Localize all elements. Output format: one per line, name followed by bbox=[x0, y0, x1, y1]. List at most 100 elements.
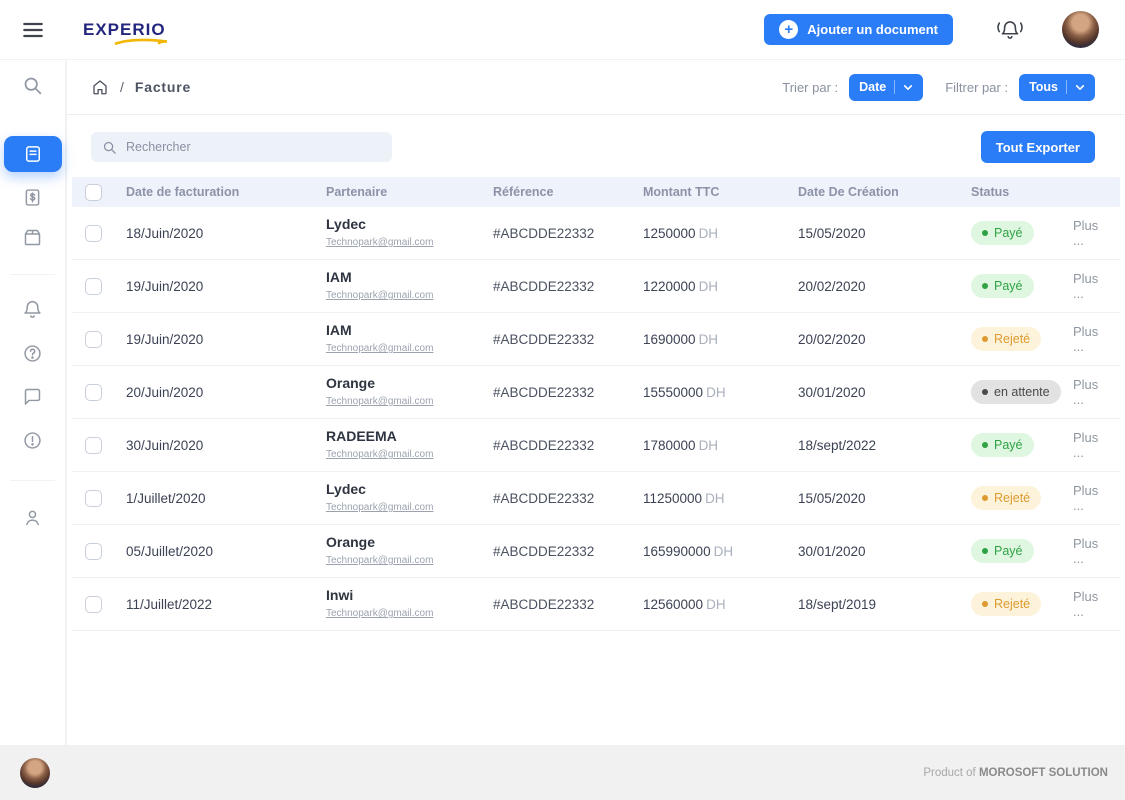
add-document-button[interactable]: + Ajouter un document bbox=[764, 14, 953, 45]
table-toolbar: Tout Exporter bbox=[67, 115, 1125, 177]
row-checkbox[interactable] bbox=[85, 331, 102, 348]
footer-credit-name: MOROSOFT SOLUTION bbox=[979, 767, 1108, 779]
sidebar-item-products[interactable] bbox=[0, 227, 65, 248]
menu-toggle-button[interactable] bbox=[0, 17, 66, 43]
invoice-date: 19/Juin/2020 bbox=[126, 279, 326, 294]
partner-email-link[interactable]: Technopark@gmail.com bbox=[326, 237, 433, 248]
sidebar-item-profile[interactable] bbox=[0, 507, 65, 528]
partner-email-link[interactable]: Technopark@gmail.com bbox=[326, 608, 433, 619]
row-more-button[interactable]: Plus ... bbox=[1073, 589, 1120, 619]
bell-ringing-icon bbox=[995, 17, 1025, 43]
logo-swoosh-icon bbox=[114, 37, 170, 46]
dropdown-divider bbox=[894, 80, 895, 94]
status-badge: Payé bbox=[971, 433, 1034, 457]
status-dot-icon bbox=[982, 389, 988, 395]
sidebar-divider bbox=[10, 480, 55, 481]
chevron-down-icon bbox=[903, 84, 913, 91]
partner-cell: IAM Technopark@gmail.com bbox=[326, 322, 493, 356]
table-row: 30/Juin/2020 RADEEMA Technopark@gmail.co… bbox=[72, 419, 1120, 472]
footer-avatar[interactable] bbox=[20, 758, 50, 788]
row-checkbox[interactable] bbox=[85, 490, 102, 507]
row-more-button[interactable]: Plus ... bbox=[1073, 377, 1120, 407]
partner-email-link[interactable]: Technopark@gmail.com bbox=[326, 343, 433, 354]
home-icon[interactable] bbox=[91, 78, 109, 96]
invoice-reference: #ABCDDE22332 bbox=[493, 491, 643, 506]
search-icon bbox=[22, 75, 43, 96]
row-more-button[interactable]: Plus ... bbox=[1073, 430, 1120, 460]
partner-email-link[interactable]: Technopark@gmail.com bbox=[326, 396, 433, 407]
partner-email-link[interactable]: Technopark@gmail.com bbox=[326, 555, 433, 566]
partner-cell: Orange Technopark@gmail.com bbox=[326, 534, 493, 568]
row-checkbox[interactable] bbox=[85, 437, 102, 454]
row-checkbox[interactable] bbox=[85, 384, 102, 401]
sort-dropdown[interactable]: Date bbox=[849, 74, 923, 101]
filter-dropdown[interactable]: Tous bbox=[1019, 74, 1095, 101]
amount-cell: 1690000DH bbox=[643, 332, 798, 347]
amount-cell: 165990000DH bbox=[643, 544, 798, 559]
page-title: Facture bbox=[135, 79, 191, 95]
row-more-button[interactable]: Plus ... bbox=[1073, 483, 1120, 513]
sidebar-item-search[interactable] bbox=[0, 75, 65, 96]
row-checkbox[interactable] bbox=[85, 278, 102, 295]
status-label: Payé bbox=[994, 226, 1023, 240]
row-checkbox[interactable] bbox=[85, 543, 102, 560]
user-avatar[interactable] bbox=[1062, 11, 1099, 48]
table-row: 20/Juin/2020 Orange Technopark@gmail.com… bbox=[72, 366, 1120, 419]
chat-icon bbox=[22, 386, 43, 407]
invoice-reference: #ABCDDE22332 bbox=[493, 332, 643, 347]
partner-email-link[interactable]: Technopark@gmail.com bbox=[326, 290, 433, 301]
sidebar-item-alerts[interactable] bbox=[0, 430, 65, 451]
status-cell: Payé bbox=[971, 274, 1073, 298]
table-row: 18/Juin/2020 Lydec Technopark@gmail.com … bbox=[72, 207, 1120, 260]
status-dot-icon bbox=[982, 495, 988, 501]
status-label: Rejeté bbox=[994, 597, 1030, 611]
partner-name: Orange bbox=[326, 534, 485, 550]
row-more-button[interactable]: Plus ... bbox=[1073, 218, 1120, 248]
creation-date: 20/02/2020 bbox=[798, 279, 971, 294]
user-icon bbox=[22, 507, 43, 528]
currency-label: DH bbox=[699, 438, 719, 453]
sidebar-item-messages[interactable] bbox=[0, 386, 65, 407]
search-input[interactable] bbox=[126, 140, 381, 154]
breadcrumb: / Facture Trier par : Date Filtrer par :… bbox=[67, 60, 1125, 115]
sidebar-item-notifications[interactable] bbox=[0, 299, 65, 320]
select-all-checkbox[interactable] bbox=[85, 184, 102, 201]
table-row: 19/Juin/2020 IAM Technopark@gmail.com #A… bbox=[72, 313, 1120, 366]
partner-name: Lydec bbox=[326, 481, 485, 497]
status-dot-icon bbox=[982, 230, 988, 236]
footer-credit: Product of MOROSOFT SOLUTION bbox=[923, 767, 1108, 779]
partner-cell: Lydec Technopark@gmail.com bbox=[326, 216, 493, 250]
sidebar-item-help[interactable] bbox=[0, 343, 65, 364]
status-badge: Rejeté bbox=[971, 592, 1041, 616]
status-label: en attente bbox=[994, 385, 1050, 399]
export-all-button[interactable]: Tout Exporter bbox=[981, 131, 1095, 163]
invoice-table: Date de facturation Partenaire Référence… bbox=[72, 177, 1120, 631]
status-badge: Payé bbox=[971, 221, 1034, 245]
invoice-date: 19/Juin/2020 bbox=[126, 332, 326, 347]
billing-icon bbox=[22, 187, 43, 208]
column-header-partenaire: Partenaire bbox=[326, 185, 493, 199]
row-checkbox[interactable] bbox=[85, 596, 102, 613]
notifications-button[interactable] bbox=[995, 17, 1025, 43]
menu-icon bbox=[20, 17, 46, 43]
creation-date: 15/05/2020 bbox=[798, 226, 971, 241]
partner-email-link[interactable]: Technopark@gmail.com bbox=[326, 449, 433, 460]
main-content: / Facture Trier par : Date Filtrer par :… bbox=[67, 60, 1125, 745]
partner-cell: Inwi Technopark@gmail.com bbox=[326, 587, 493, 621]
sidebar-item-billing[interactable] bbox=[0, 187, 65, 208]
sidebar-item-invoices-active[interactable] bbox=[4, 136, 62, 172]
row-more-button[interactable]: Plus ... bbox=[1073, 536, 1120, 566]
partner-name: IAM bbox=[326, 322, 485, 338]
dropdown-divider bbox=[1066, 80, 1067, 94]
amount-value: 165990000 bbox=[643, 544, 711, 559]
column-header-status: Status bbox=[971, 185, 1073, 199]
partner-email-link[interactable]: Technopark@gmail.com bbox=[326, 502, 433, 513]
row-more-button[interactable]: Plus ... bbox=[1073, 324, 1120, 354]
package-icon bbox=[22, 227, 43, 248]
status-cell: Payé bbox=[971, 433, 1073, 457]
page-footer: Product of MOROSOFT SOLUTION bbox=[0, 745, 1125, 800]
currency-label: DH bbox=[705, 491, 725, 506]
list-controls: Trier par : Date Filtrer par : Tous bbox=[782, 74, 1095, 101]
row-checkbox[interactable] bbox=[85, 225, 102, 242]
row-more-button[interactable]: Plus ... bbox=[1073, 271, 1120, 301]
